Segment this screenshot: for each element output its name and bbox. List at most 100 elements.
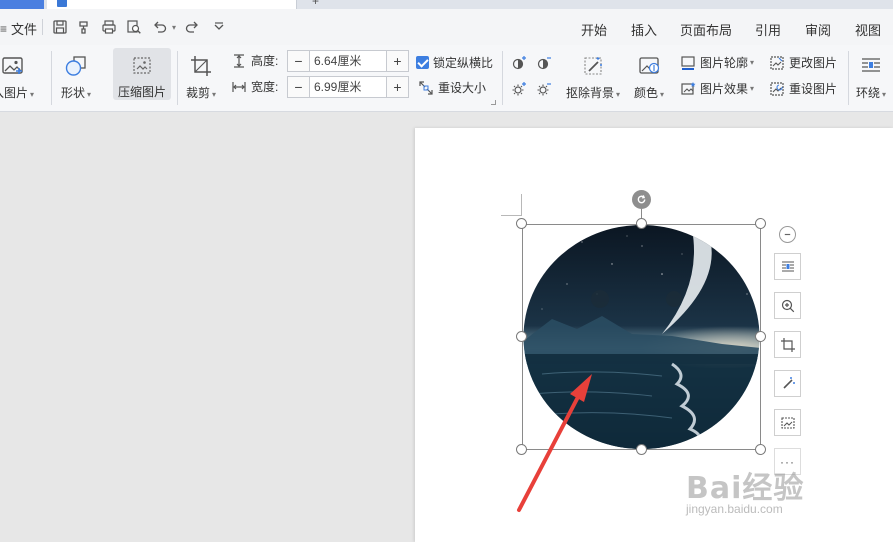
height-decrease-button[interactable]: − — [288, 51, 310, 71]
chevron-down-icon: ▾ — [87, 90, 92, 99]
compress-label: 压缩图片 — [117, 85, 166, 99]
text-wrap-button[interactable]: 环绕 ▾ — [856, 53, 886, 101]
tab-review[interactable]: 审阅 — [805, 20, 831, 39]
compress-icon — [129, 53, 155, 78]
tab-page-layout[interactable]: 页面布局 — [680, 20, 732, 39]
brightness-plus-icon — [512, 82, 526, 96]
picture-outline-label: 图片轮廓 — [700, 56, 749, 70]
chevron-down-icon: ▾ — [750, 58, 755, 67]
crop-label: 裁剪 — [186, 86, 211, 100]
height-control: 高度: — [231, 52, 278, 69]
save-icon[interactable] — [51, 18, 69, 36]
decrease-contrast-button[interactable] — [536, 55, 556, 71]
zoom-in-icon — [781, 299, 794, 312]
reset-picture-button[interactable]: 重设图片 — [769, 80, 837, 97]
resize-handle-top[interactable] — [636, 218, 647, 229]
document-tab[interactable] — [47, 0, 297, 9]
resize-handle-bottom[interactable] — [636, 444, 647, 455]
divider — [848, 51, 849, 105]
redo-icon[interactable] — [183, 18, 201, 36]
file-menu[interactable]: ≡ 文件 — [0, 19, 37, 38]
shape-icon — [63, 53, 89, 79]
crop-picture-button[interactable] — [774, 331, 801, 358]
color-button[interactable]: 颜色 ▾ — [634, 53, 664, 101]
decrease-brightness-button[interactable] — [536, 81, 556, 97]
checkbox-checked[interactable] — [416, 56, 429, 69]
height-increase-button[interactable]: + — [386, 51, 408, 71]
increase-contrast-button[interactable] — [511, 55, 531, 71]
zoom-picture-button[interactable] — [774, 292, 801, 319]
resize-handle-top-left[interactable] — [516, 218, 527, 229]
brightness-minus-icon — [537, 83, 551, 96]
crop-icon — [188, 53, 214, 79]
divider — [177, 51, 178, 105]
remove-background-button[interactable]: 抠除背景 ▾ — [566, 53, 620, 101]
color-label: 颜色 — [634, 86, 659, 100]
compress-picture-button[interactable]: 压缩图片 — [113, 48, 171, 100]
tab-insert[interactable]: 插入 — [631, 20, 657, 39]
lock-aspect-ratio-checkbox[interactable]: 锁定纵横比 — [416, 54, 493, 71]
contrast-minus-icon — [537, 57, 551, 70]
resize-handle-right[interactable] — [755, 331, 766, 342]
crop-button[interactable]: 裁剪 ▾ — [186, 53, 216, 101]
menu-bar: ≡ 文件 ▾ 开始 插入 页面布局 引用 审阅 视图 — [0, 9, 893, 45]
layout-options-button[interactable] — [774, 253, 801, 280]
collapse-tools-icon[interactable] — [779, 226, 796, 243]
customize-toolbar-icon[interactable] — [210, 18, 228, 36]
picture-tools-ribbon: 入图片▾ 形状▾ 压缩图片 裁剪▾ 高度: − 6.64厘米 + 宽度: − — [0, 45, 893, 112]
reset-size-button[interactable]: 重设大小 — [418, 79, 486, 96]
size-dialog-launcher-icon[interactable] — [491, 100, 496, 105]
picture-effect-button[interactable]: 图片效果 ▾ — [680, 80, 754, 97]
margin-marker — [521, 194, 522, 215]
print-icon[interactable] — [100, 18, 118, 36]
resize-handle-top-right[interactable] — [755, 218, 766, 229]
increase-brightness-button[interactable] — [511, 81, 531, 97]
resize-handle-bottom-right[interactable] — [755, 444, 766, 455]
change-picture-icon — [770, 55, 784, 70]
new-tab-icon[interactable]: + — [312, 0, 319, 8]
width-stepper[interactable]: − 6.99厘米 + — [287, 76, 409, 98]
remove-background-quick-button[interactable] — [774, 370, 801, 397]
file-menu-label: 文件 — [11, 22, 38, 37]
watermark-logo-text: Bai经验 — [686, 471, 805, 506]
width-increase-button[interactable]: + — [386, 77, 408, 97]
watermark: Bai经验 jingyan.baidu.com — [686, 463, 805, 516]
tab-start[interactable]: 开始 — [581, 20, 607, 39]
width-decrease-button[interactable]: − — [288, 77, 310, 97]
crop-icon — [780, 337, 795, 352]
divider — [51, 51, 52, 105]
tab-reference[interactable]: 引用 — [755, 20, 781, 39]
resize-handle-bottom-left[interactable] — [516, 444, 527, 455]
format-painter-icon[interactable] — [75, 18, 93, 36]
width-label: 宽度: — [251, 80, 279, 94]
lock-aspect-ratio-label: 锁定纵横比 — [433, 56, 494, 70]
shape-label: 形状 — [61, 86, 86, 100]
picture-icon — [0, 53, 26, 79]
outline-icon — [681, 55, 695, 70]
height-stepper[interactable]: − 6.64厘米 + — [287, 50, 409, 72]
insert-picture-label: 入图片 — [0, 86, 29, 100]
reset-picture-icon — [770, 81, 784, 96]
width-icon — [232, 81, 246, 92]
picture-outline-button[interactable]: 图片轮廓 ▾ — [680, 54, 754, 71]
home-tab[interactable] — [0, 0, 44, 9]
insert-picture-button[interactable]: 入图片▾ — [0, 53, 34, 101]
undo-icon[interactable] — [151, 18, 169, 36]
magic-wand-icon — [782, 376, 795, 389]
undo-dropdown-icon[interactable]: ▾ — [168, 18, 178, 36]
width-input[interactable]: 6.99厘米 — [310, 77, 386, 97]
rotate-handle-icon[interactable] — [632, 190, 651, 209]
effect-icon — [681, 81, 696, 95]
tab-view[interactable]: 视图 — [855, 20, 881, 39]
change-picture-label: 更改图片 — [789, 56, 838, 70]
height-input[interactable]: 6.64厘米 — [310, 51, 386, 71]
chevron-down-icon: ▾ — [750, 84, 755, 93]
divider — [42, 19, 43, 35]
margin-marker — [501, 215, 522, 216]
change-picture-button[interactable]: 更改图片 — [769, 54, 837, 71]
shape-button[interactable]: 形状 ▾ — [61, 53, 91, 101]
resize-handle-left[interactable] — [516, 331, 527, 342]
picture-effect-label: 图片效果 — [700, 82, 749, 96]
change-picture-quick-button[interactable] — [774, 409, 801, 436]
print-preview-icon[interactable] — [125, 18, 143, 36]
